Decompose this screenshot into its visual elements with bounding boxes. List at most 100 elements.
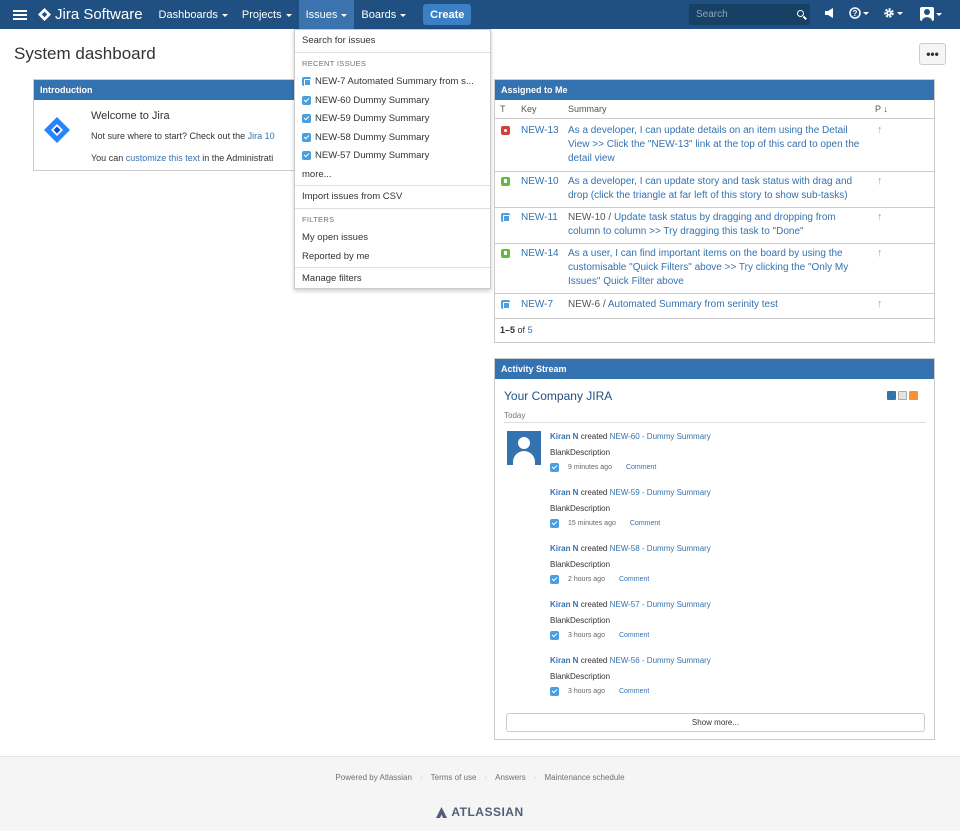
chevron-down-icon <box>936 13 942 16</box>
footer-link-powered-by[interactable]: Powered by Atlassian <box>335 773 412 782</box>
recent-issue-item[interactable]: NEW-57 Dummy Summary <box>302 150 486 161</box>
jira-docs-link[interactable]: Jira 10 <box>248 131 275 141</box>
checkbox-icon <box>550 631 559 640</box>
issue-key[interactable]: NEW-10 <box>521 176 559 187</box>
activity-user-link[interactable]: Kiran N <box>550 656 578 665</box>
priority-high-icon: ↑ <box>877 247 883 259</box>
column-key[interactable]: Key <box>521 104 537 114</box>
comment-link[interactable]: Comment <box>619 576 649 583</box>
parent-issue-key[interactable]: NEW-6 <box>568 299 600 310</box>
issue-summary[interactable]: NEW-10 / Update task status by dragging … <box>568 211 868 239</box>
nav-issues[interactable]: Issues <box>298 0 355 29</box>
customize-text-link[interactable]: customize this text <box>126 153 200 163</box>
recent-issue-item[interactable]: NEW-60 Dummy Summary <box>302 95 486 106</box>
comment-link[interactable]: Comment <box>630 520 660 527</box>
divider <box>495 207 934 208</box>
filter-reported-by-me[interactable]: Reported by me <box>302 251 486 262</box>
parent-issue-key[interactable]: NEW-10 <box>568 212 606 223</box>
activity-user-link[interactable]: Kiran N <box>550 600 578 609</box>
hamburger-menu-icon[interactable] <box>13 9 27 20</box>
issue-key[interactable]: NEW-14 <box>521 248 559 259</box>
activity-issue-link[interactable]: NEW-58 - Dummy Summary <box>610 544 711 553</box>
task-icon <box>302 77 311 86</box>
list-view-icon[interactable] <box>898 391 907 400</box>
manage-filters-item[interactable]: Manage filters <box>302 273 486 284</box>
issues-dropdown-menu: Search for issues RECENT ISSUES NEW-7 Au… <box>294 29 491 289</box>
megaphone-icon[interactable] <box>824 7 836 19</box>
separator: / <box>605 212 614 223</box>
column-priority[interactable]: P ↓ <box>875 104 888 114</box>
search-for-issues-item[interactable]: Search for issues <box>302 35 486 46</box>
priority-high-icon: ↑ <box>877 124 883 136</box>
logo-text: Jira Software <box>55 6 143 23</box>
comment-link[interactable]: Comment <box>619 632 649 639</box>
search-input[interactable]: Search <box>689 4 810 25</box>
issue-summary-text[interactable]: Automated Summary from serinity test <box>608 299 778 310</box>
comment-link[interactable]: Comment <box>626 464 656 471</box>
checkbox-icon <box>302 96 311 105</box>
user-profile-icon[interactable] <box>920 7 942 21</box>
checkbox-icon <box>550 575 559 584</box>
user-avatar[interactable] <box>507 431 541 465</box>
footer-link-terms[interactable]: Terms of use <box>431 773 477 782</box>
activity-issue-link[interactable]: NEW-59 - Dummy Summary <box>610 488 711 497</box>
chevron-down-icon <box>897 12 903 15</box>
checkbox-icon <box>302 151 311 160</box>
column-type[interactable]: T <box>500 104 506 114</box>
issue-key[interactable]: NEW-11 <box>521 212 558 223</box>
activity-verb: created <box>580 656 608 665</box>
activity-user-link[interactable]: Kiran N <box>550 488 578 497</box>
gear-icon[interactable] <box>883 7 903 19</box>
activity-issue-link[interactable]: NEW-57 - Dummy Summary <box>610 600 711 609</box>
sort-down-icon: ↓ <box>883 104 888 114</box>
nav-projects[interactable]: Projects <box>235 0 299 29</box>
show-more-button[interactable]: Show more... <box>506 713 925 732</box>
recent-issue-label: NEW-60 Dummy Summary <box>315 95 430 106</box>
filter-my-open-issues[interactable]: My open issues <box>302 232 486 243</box>
footer-separator: · <box>484 773 488 782</box>
activity-stream-gadget: Activity Stream Your Company JIRA Today … <box>494 358 935 740</box>
atlassian-logo[interactable]: ATLASSIAN <box>0 805 960 819</box>
chevron-down-icon <box>863 12 869 15</box>
recent-issue-item[interactable]: NEW-58 Dummy Summary <box>302 132 486 143</box>
create-button[interactable]: Create <box>423 4 472 25</box>
checkbox-icon <box>550 687 559 696</box>
jira-logo[interactable]: Jira Software <box>38 6 143 23</box>
activity-verb: created <box>580 488 608 497</box>
help-icon[interactable]: ? <box>849 7 869 19</box>
activity-date-heading: Today <box>504 411 526 420</box>
jira-diamond-icon <box>38 8 51 21</box>
rss-icon[interactable] <box>909 391 918 400</box>
pager-total-link[interactable]: 5 <box>528 325 533 335</box>
more-recent-issues-item[interactable]: more... <box>302 169 486 180</box>
nav-boards[interactable]: Boards <box>354 0 413 29</box>
activity-issue-link[interactable]: NEW-60 - Dummy Summary <box>610 432 711 441</box>
recent-issue-item[interactable]: NEW-7 Automated Summary from s... <box>302 76 486 87</box>
issue-summary[interactable]: NEW-6 / Automated Summary from serinity … <box>568 298 868 312</box>
subtask-icon <box>501 300 510 309</box>
issue-key[interactable]: NEW-7 <box>521 299 553 310</box>
full-view-icon[interactable] <box>887 391 896 400</box>
nav-dashboards[interactable]: Dashboards <box>152 0 235 29</box>
column-summary[interactable]: Summary <box>568 104 607 114</box>
search-icon[interactable] <box>797 10 804 17</box>
separator: / <box>600 299 608 310</box>
recent-issue-item[interactable]: NEW-59 Dummy Summary <box>302 113 486 124</box>
more-options-button[interactable]: ••• <box>919 43 946 65</box>
nav-issues-label: Issues <box>305 8 338 21</box>
import-csv-item[interactable]: Import issues from CSV <box>302 191 486 202</box>
activity-issue-link[interactable]: NEW-56 - Dummy Summary <box>610 656 711 665</box>
activity-user-link[interactable]: Kiran N <box>550 544 578 553</box>
issue-summary[interactable]: As a developer, I can update story and t… <box>568 175 868 203</box>
pager-range: 1–5 <box>500 325 516 335</box>
comment-link[interactable]: Comment <box>619 688 649 695</box>
footer-link-maintenance[interactable]: Maintenance schedule <box>544 773 624 782</box>
activity-time: 3 hours ago <box>568 688 605 695</box>
issue-summary[interactable]: As a developer, I can update details on … <box>568 124 868 166</box>
activity-user-link[interactable]: Kiran N <box>550 432 578 441</box>
issue-key[interactable]: NEW-13 <box>521 125 559 136</box>
search-placeholder: Search <box>696 9 728 20</box>
issue-summary[interactable]: As a user, I can find important items on… <box>568 247 868 289</box>
footer-link-answers[interactable]: Answers <box>495 773 526 782</box>
activity-time: 3 hours ago <box>568 632 605 639</box>
